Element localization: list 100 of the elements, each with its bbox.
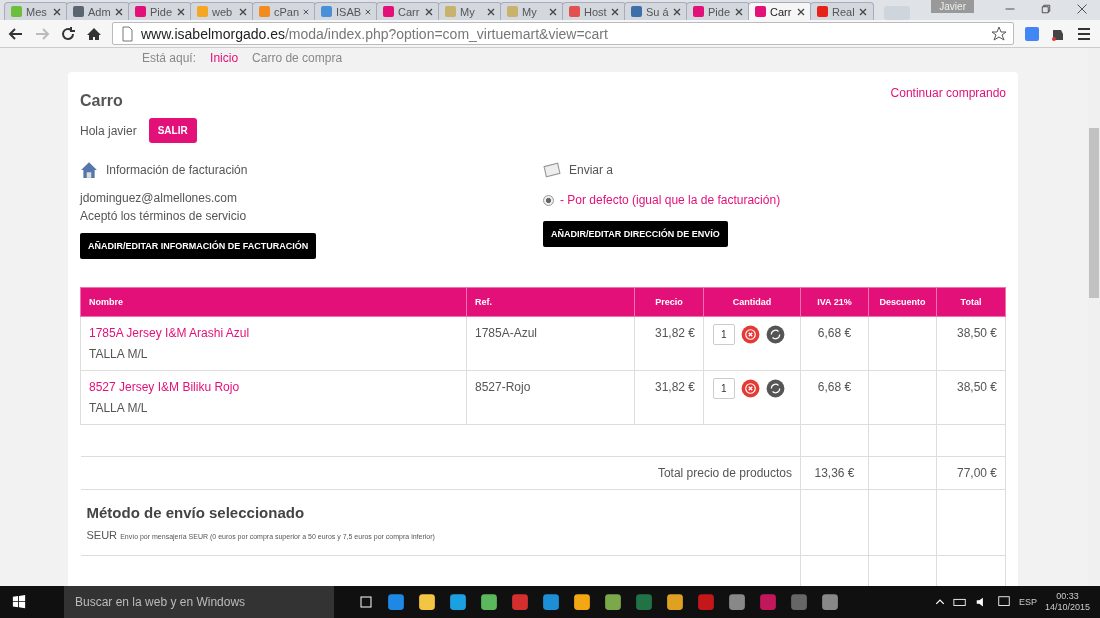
windows-icon[interactable] bbox=[12, 595, 26, 609]
close-icon[interactable] bbox=[673, 7, 681, 16]
remove-icon[interactable] bbox=[740, 379, 760, 398]
update-icon[interactable] bbox=[765, 379, 785, 398]
close-icon[interactable] bbox=[115, 7, 123, 16]
back-icon[interactable] bbox=[8, 25, 24, 42]
edit-billing-button[interactable]: AÑADIR/EDITAR INFORMACIÓN DE FACTURACIÓN bbox=[80, 233, 317, 259]
subtotal-label: Total precio de productos bbox=[80, 456, 801, 490]
page-title: Carro bbox=[80, 92, 123, 110]
app-icon[interactable] bbox=[573, 593, 591, 611]
shipping-heading: Enviar a bbox=[569, 163, 614, 177]
app-icon[interactable] bbox=[604, 593, 622, 611]
menu-icon[interactable] bbox=[1076, 25, 1092, 42]
column-header: Total bbox=[936, 287, 1006, 317]
taskbar-search-field[interactable]: Buscar en la web y en Windows bbox=[64, 586, 334, 618]
browser-tab[interactable]: web bbox=[190, 2, 254, 20]
app-icon[interactable] bbox=[542, 593, 560, 611]
table-cell: 77,00 € bbox=[936, 456, 1006, 490]
browser-tab[interactable]: My bbox=[438, 2, 502, 20]
close-icon[interactable] bbox=[425, 7, 433, 16]
app-icon[interactable] bbox=[728, 593, 746, 611]
browser-tab[interactable]: Real bbox=[810, 2, 874, 20]
greeting: Hola javier bbox=[80, 123, 137, 138]
close-icon[interactable] bbox=[797, 7, 805, 16]
browser-tab[interactable]: Carr bbox=[748, 2, 812, 20]
update-icon[interactable] bbox=[765, 325, 785, 344]
table-cell: 6,68 € bbox=[800, 370, 869, 425]
quantity-field[interactable]: 1 bbox=[713, 378, 735, 399]
browser-tab[interactable]: Pide bbox=[686, 2, 750, 20]
close-icon[interactable] bbox=[365, 7, 371, 16]
clock-time[interactable]: 00:33 bbox=[1044, 591, 1090, 602]
billing-email: jdominguez@almellones.com bbox=[80, 190, 237, 207]
restore-icon[interactable] bbox=[1040, 3, 1052, 15]
app-icon[interactable] bbox=[821, 593, 839, 611]
browser-tab[interactable]: Host bbox=[562, 2, 626, 20]
browser-tab[interactable]: Mes bbox=[4, 2, 68, 20]
close-icon[interactable] bbox=[303, 7, 309, 16]
task-view-icon[interactable] bbox=[358, 594, 374, 610]
product-link[interactable]: 1785A Jersey I&M Arashi Azul bbox=[89, 326, 458, 340]
address-bar[interactable]: www.isabelmorgado.es/moda/index.php?option=com_virtuemart&view=cart bbox=[112, 22, 1014, 45]
shipping-method-heading: Método de envío seleccionado bbox=[86, 504, 306, 521]
language-indicator[interactable]: ESP bbox=[1018, 597, 1037, 607]
column-header: Cantidad bbox=[703, 287, 801, 317]
terms-text: Aceptó los términos de servicio bbox=[80, 208, 247, 225]
continue-shopping-link[interactable]: Continuar comprando bbox=[890, 86, 1006, 100]
app-icon[interactable] bbox=[387, 593, 405, 611]
billing-heading: Información de facturación bbox=[106, 163, 248, 177]
close-icon[interactable] bbox=[239, 7, 247, 16]
product-link[interactable]: 8527 Jersey I&M Biliku Rojo bbox=[89, 380, 458, 394]
breadcrumb-current: Carro de compra bbox=[252, 50, 343, 66]
radio-button[interactable] bbox=[543, 194, 554, 206]
close-icon[interactable] bbox=[611, 7, 619, 16]
quantity-field[interactable]: 1 bbox=[713, 324, 735, 345]
column-header: IVA 21% bbox=[800, 287, 869, 317]
table-cell: 13,36 € bbox=[800, 456, 869, 490]
browser-tab[interactable]: Pide bbox=[128, 2, 192, 20]
carrier-name: SEUR bbox=[86, 529, 118, 541]
column-header: Precio bbox=[634, 287, 704, 317]
browser-tab[interactable]: Carr bbox=[376, 2, 440, 20]
star-icon[interactable] bbox=[991, 25, 1007, 42]
house-icon bbox=[80, 161, 98, 179]
home-icon[interactable] bbox=[86, 25, 102, 42]
remove-icon[interactable] bbox=[740, 325, 760, 344]
close-icon[interactable] bbox=[1076, 3, 1088, 15]
close-icon[interactable] bbox=[487, 7, 495, 16]
app-icon[interactable] bbox=[418, 593, 436, 611]
breadcrumb-link[interactable]: Inicio bbox=[210, 50, 239, 66]
close-icon[interactable] bbox=[859, 7, 867, 16]
close-icon[interactable] bbox=[735, 7, 743, 16]
clock-date[interactable]: 14/10/2015 bbox=[1044, 602, 1090, 613]
column-header: Ref. bbox=[466, 287, 635, 317]
table-cell: 8527-Rojo bbox=[466, 370, 635, 425]
table-cell: 31,82 € bbox=[634, 370, 704, 425]
product-variant: TALLA M/L bbox=[89, 347, 149, 361]
chevron-up-icon[interactable] bbox=[934, 597, 945, 607]
notification-icon[interactable] bbox=[996, 595, 1011, 609]
table-cell: 38,50 € bbox=[936, 316, 1006, 371]
table-cell: 31,82 € bbox=[634, 316, 704, 371]
close-icon[interactable] bbox=[53, 7, 61, 16]
browser-tab[interactable]: Adm bbox=[66, 2, 130, 20]
app-icon[interactable] bbox=[480, 593, 498, 611]
edit-shipping-button[interactable]: AÑADIR/EDITAR DIRECCIÓN DE ENVÍO bbox=[543, 221, 728, 247]
table-cell: 38,50 € bbox=[936, 370, 1006, 425]
logout-button[interactable]: SALIR bbox=[148, 118, 197, 143]
close-icon[interactable] bbox=[177, 7, 185, 16]
envelope-icon bbox=[543, 161, 561, 179]
app-icon[interactable] bbox=[666, 593, 684, 611]
app-icon[interactable] bbox=[449, 593, 467, 611]
table-cell: 1785A-Azul bbox=[466, 316, 635, 371]
product-variant: TALLA M/L bbox=[89, 401, 149, 415]
browser-tab[interactable]: Su á bbox=[624, 2, 688, 20]
shipping-option: - Por defecto (igual que la de facturación) bbox=[560, 193, 781, 207]
browser-tab[interactable]: ISAB bbox=[314, 2, 378, 20]
close-icon[interactable] bbox=[549, 7, 557, 16]
table-cell: 6,68 € bbox=[800, 316, 869, 371]
column-header: Nombre bbox=[80, 287, 467, 317]
breadcrumb-label: Está aquí: bbox=[142, 50, 197, 66]
browser-tab[interactable]: cPan bbox=[252, 2, 316, 20]
browser-tab[interactable]: My bbox=[500, 2, 564, 20]
reload-icon[interactable] bbox=[60, 25, 76, 42]
